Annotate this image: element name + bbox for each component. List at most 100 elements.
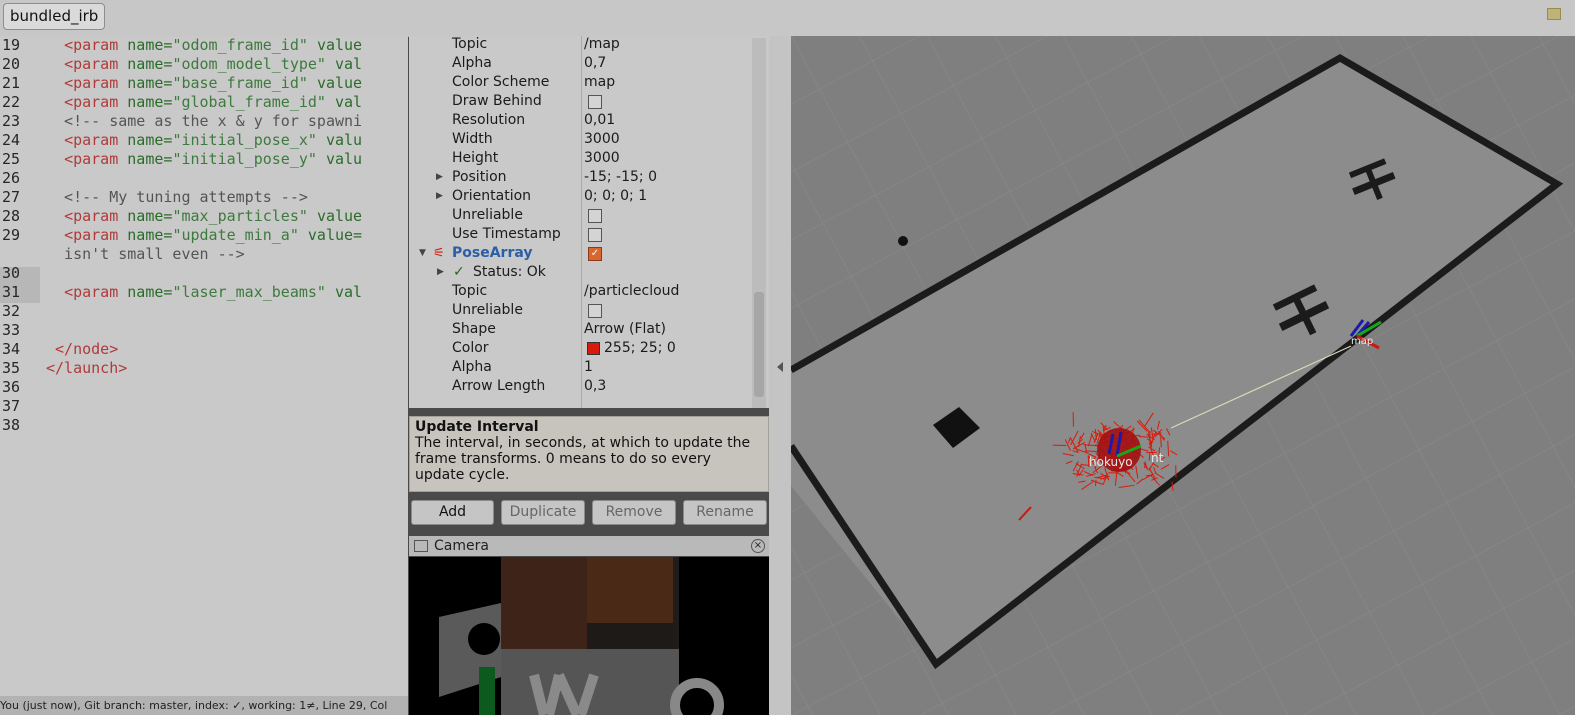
property-row[interactable]: ▼ ⚟ PoseArray ✓ [409,244,761,263]
code-line[interactable]: isn't small even --> [0,245,408,264]
property-row[interactable]: Shape Arrow (Flat) [409,320,761,339]
property-name: Unreliable [452,302,523,318]
property-row[interactable]: Alpha 1 [409,358,761,377]
property-row[interactable]: ▶ Orientation 0; 0; 0; 1 [409,187,761,206]
code-line[interactable]: 33 [0,321,408,340]
property-row[interactable]: Alpha 0,7 [409,54,761,73]
property-row[interactable]: Arrow Length 0,3 [409,377,761,396]
code-token: <param [64,283,119,301]
code-line[interactable]: 19 <param name="odom_frame_id" value [0,36,408,55]
code-token: value= [307,226,363,244]
property-row[interactable]: Unreliable [409,301,761,320]
property-value[interactable]: 1 [584,358,593,377]
property-row[interactable]: Color 255; 25; 0 [409,339,761,358]
code-line[interactable]: 31 <param name="laser_max_beams" val [0,283,408,302]
code-editor[interactable]: 19 <param name="odom_frame_id" value 20 <… [0,36,408,696]
property-row[interactable]: Resolution 0,01 [409,111,761,130]
code-line[interactable]: 23 <!-- same as the x & y for spawni [0,112,408,131]
status-ok-icon: ✓ [453,264,465,280]
camera-panel-header: Camera × [409,536,769,556]
code-text: <param name="update_min_a" value= [46,226,362,245]
code-line[interactable]: 22 <param name="global_frame_id" val [0,93,408,112]
property-value[interactable]: Arrow (Flat) [584,320,666,339]
close-icon[interactable]: × [751,539,765,553]
color-swatch[interactable] [587,342,600,355]
scrollbar-thumb[interactable] [754,292,764,397]
top-bar: bundled_irb [0,0,1575,37]
code-line[interactable]: 30 [0,264,408,283]
code-line[interactable]: 32 [0,302,408,321]
code-line[interactable]: 27 <!-- My tuning attempts --> [0,188,408,207]
property-row[interactable]: Topic/map [409,36,761,54]
code-line[interactable]: 20 <param name="odom_model_type" val [0,55,408,74]
panel-splitter[interactable] [769,36,791,715]
3d-viewport[interactable]: hokuyo nt map [791,36,1575,715]
code-line[interactable]: 29 <param name="update_min_a" value= [0,226,408,245]
code-line[interactable]: 37 [0,397,408,416]
remove-button[interactable]: Remove [592,500,676,525]
property-value[interactable]: /map [584,36,620,54]
code-line[interactable]: 28 <param name="max_particles" value [0,207,408,226]
property-row[interactable]: Width 3000 [409,130,761,149]
property-checkbox[interactable]: ✓ [588,247,602,261]
property-row[interactable]: Use Timestamp [409,225,761,244]
expand-icon[interactable]: ▶ [437,263,444,282]
code-token: "initial_pose_y" [172,150,317,168]
property-value[interactable]: 255; 25; 0 [604,339,676,358]
property-row[interactable]: Topic/particlecloud [409,282,761,301]
map-render: hokuyo nt map [791,36,1575,715]
code-text: </node> [46,340,118,359]
line-number: 35 [2,359,21,377]
property-checkbox[interactable] [588,304,602,318]
notification-icon[interactable] [1547,8,1561,20]
property-value[interactable]: 3000 [584,130,620,149]
code-token: <param [64,36,119,54]
code-line[interactable]: 35 </launch> [0,359,408,378]
property-value[interactable]: 3000 [584,149,620,168]
property-row[interactable]: Height 3000 [409,149,761,168]
collapse-arrow-icon[interactable] [777,362,783,372]
add-button[interactable]: Add [411,500,494,525]
camera-icon [414,540,428,552]
property-row[interactable]: Unreliable [409,206,761,225]
properties-panel[interactable]: Topic/map Alpha 0,7 Color Scheme map Draw Beh… [409,36,769,408]
property-checkbox[interactable] [588,228,602,242]
code-token: "odom_model_type" [172,55,326,73]
property-checkbox[interactable] [588,209,602,223]
property-checkbox[interactable] [588,95,602,109]
code-token: <param [64,131,119,149]
property-value[interactable]: 0,3 [584,377,606,396]
code-token: <param [64,226,119,244]
property-row[interactable]: ▶ ✓ Status: Ok [409,263,761,282]
property-value[interactable]: 0,7 [584,54,606,73]
collapse-icon[interactable]: ▼ [419,244,426,263]
property-row[interactable]: Color Scheme map [409,73,761,92]
window-tab[interactable]: bundled_irb [3,3,106,30]
property-value[interactable]: 0; 0; 0; 1 [584,187,647,206]
code-line[interactable]: 38 [0,416,408,435]
property-value[interactable]: /particlecloud [584,282,679,301]
code-line[interactable]: 26 [0,169,408,188]
code-line[interactable]: 36 [0,378,408,397]
rename-button[interactable]: Rename [683,500,767,525]
code-line[interactable]: 24 <param name="initial_pose_x" valu [0,131,408,150]
property-value[interactable]: 0,01 [584,111,615,130]
code-line[interactable]: 25 <param name="initial_pose_y" valu [0,150,408,169]
code-line[interactable]: 21 <param name="base_frame_id" value [0,74,408,93]
properties-scrollbar[interactable] [752,38,766,408]
expand-icon[interactable]: ▶ [436,187,443,206]
property-row[interactable]: ▶ Position -15; -15; 0 [409,168,761,187]
robot-frame-label: hokuyo [1089,455,1133,469]
duplicate-button[interactable]: Duplicate [501,500,585,525]
code-token: value [316,207,363,225]
expand-icon[interactable]: ▶ [436,168,443,187]
property-value[interactable]: -15; -15; 0 [584,168,657,187]
code-token: isn't small even --> [46,245,245,263]
code-line[interactable]: 34 </node> [0,340,408,359]
particle-arrow [1160,436,1162,448]
property-row[interactable]: Draw Behind [409,92,761,111]
property-value[interactable]: map [584,73,615,92]
